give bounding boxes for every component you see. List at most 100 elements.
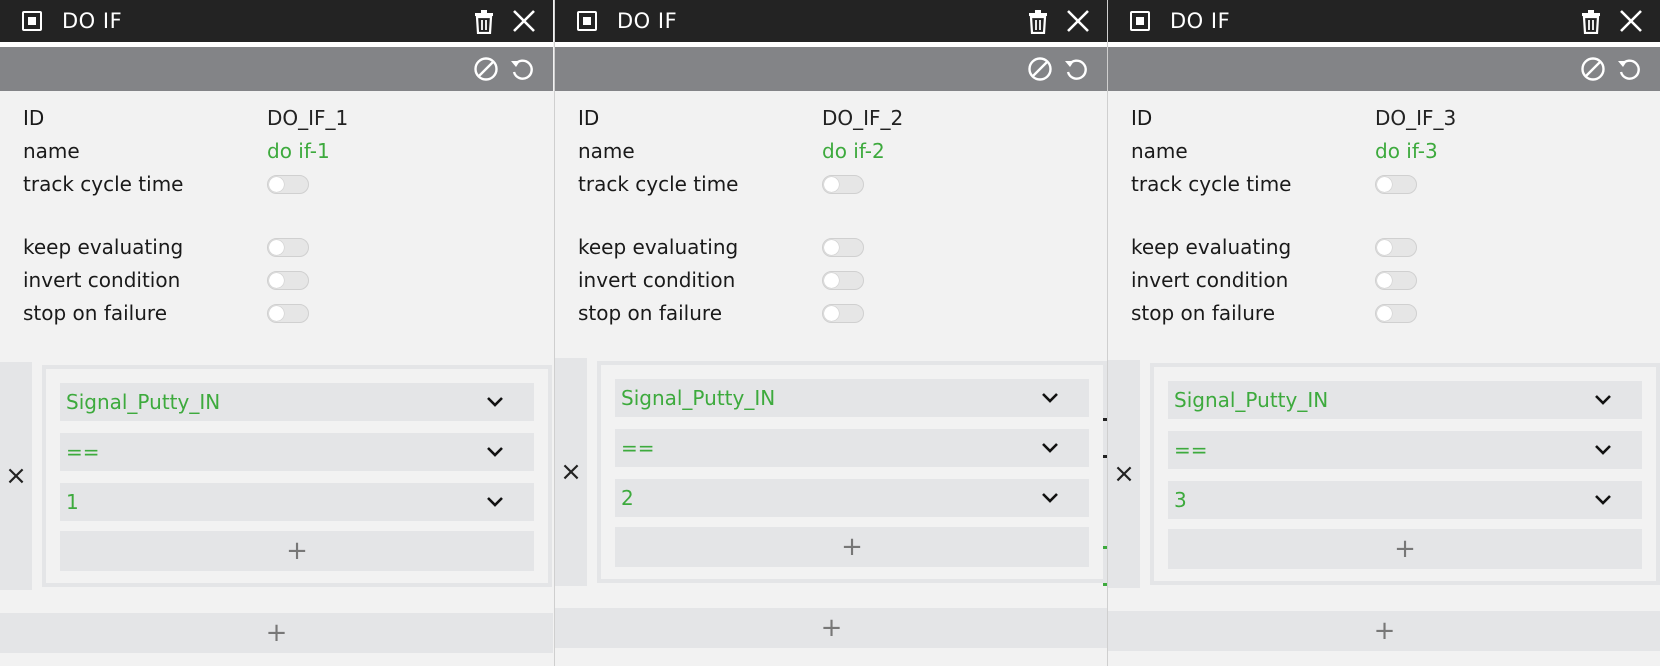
do-if-panel-3: DO IF ID DO_IF_3 name do if-3 track cycl… xyxy=(1107,0,1660,666)
add-condition-button[interactable]: + xyxy=(60,531,534,571)
prop-track-cycle-time: track cycle time xyxy=(23,167,553,200)
prop-keep-evaluating: keep evaluating xyxy=(23,230,553,263)
close-button[interactable] xyxy=(509,6,539,36)
remove-condition-button[interactable]: × xyxy=(555,358,587,586)
prop-id: ID DO_IF_1 xyxy=(23,101,553,134)
chevron-down-icon xyxy=(1039,387,1061,409)
disable-button[interactable] xyxy=(1025,54,1055,84)
add-condition-group-button[interactable]: + xyxy=(1108,611,1660,651)
operator-select[interactable]: == xyxy=(615,429,1089,467)
prop-keep-evaluating: keep evaluating xyxy=(578,230,1107,263)
remove-condition-button[interactable]: × xyxy=(1108,360,1140,588)
keep-evaluating-toggle[interactable] xyxy=(822,238,864,257)
trash-icon xyxy=(1582,10,1600,34)
disable-icon xyxy=(1028,57,1052,81)
reset-button[interactable] xyxy=(1614,54,1644,84)
prop-label: track cycle time xyxy=(578,171,739,196)
value-select-value: 3 xyxy=(1174,488,1187,512)
chevron-down-icon xyxy=(1592,389,1614,411)
chevron-down-icon xyxy=(484,491,506,513)
keep-evaluating-toggle[interactable] xyxy=(1375,238,1417,257)
track-cycle-time-toggle[interactable] xyxy=(267,175,309,194)
value-select[interactable]: 2 xyxy=(615,479,1089,517)
close-icon xyxy=(1620,10,1642,32)
prop-name: name do if-2 xyxy=(578,134,1107,167)
panel-titlebar[interactable]: DO IF xyxy=(0,0,553,47)
condition-box: Signal_Putty_IN == 1 + xyxy=(42,365,552,587)
panel-titlebar[interactable]: DO IF xyxy=(1108,0,1660,47)
plus-icon: + xyxy=(841,532,863,562)
node-square-icon xyxy=(577,11,597,31)
do-if-panel-2: DO IF ID DO_IF_2 name do if-2 track cycl… xyxy=(554,0,1107,666)
prop-invert-condition: invert condition xyxy=(1131,263,1660,296)
value-select[interactable]: 1 xyxy=(60,483,534,521)
invert-condition-toggle[interactable] xyxy=(267,271,309,290)
properties-list: ID DO_IF_3 name do if-3 track cycle time… xyxy=(1108,91,1660,329)
prop-invert-condition: invert condition xyxy=(23,263,553,296)
x-icon: × xyxy=(5,461,27,491)
prop-label: invert condition xyxy=(578,267,736,292)
prop-label: stop on failure xyxy=(23,300,167,325)
condition-box: Signal_Putty_IN == 3 + xyxy=(1150,363,1660,585)
stop-on-failure-toggle[interactable] xyxy=(1375,304,1417,323)
close-button[interactable] xyxy=(1616,6,1646,36)
editor-stage: DO IF ID DO_IF_1 name do if-1 track cycl… xyxy=(0,0,1660,666)
prop-label: ID xyxy=(1131,105,1153,130)
invert-condition-toggle[interactable] xyxy=(822,271,864,290)
invert-condition-toggle[interactable] xyxy=(1375,271,1417,290)
signal-select[interactable]: Signal_Putty_IN xyxy=(1168,381,1642,419)
reset-button[interactable] xyxy=(1061,54,1091,84)
delete-button[interactable] xyxy=(1576,6,1606,36)
value-select-value: 1 xyxy=(66,490,79,514)
prop-keep-evaluating: keep evaluating xyxy=(1131,230,1660,263)
track-cycle-time-toggle[interactable] xyxy=(822,175,864,194)
name-field[interactable]: do if-2 xyxy=(822,139,885,163)
name-field[interactable]: do if-1 xyxy=(267,139,330,163)
prop-label: ID xyxy=(578,105,600,130)
name-field[interactable]: do if-3 xyxy=(1375,139,1438,163)
signal-select[interactable]: Signal_Putty_IN xyxy=(60,383,534,421)
panel-title: DO IF xyxy=(617,9,678,33)
prop-id-value: DO_IF_1 xyxy=(267,105,349,130)
delete-button[interactable] xyxy=(469,6,499,36)
prop-id: ID DO_IF_3 xyxy=(1131,101,1660,134)
delete-button[interactable] xyxy=(1023,6,1053,36)
prop-stop-on-failure: stop on failure xyxy=(578,296,1107,329)
plus-icon: + xyxy=(1373,616,1396,646)
prop-id: ID DO_IF_2 xyxy=(578,101,1107,134)
disable-button[interactable] xyxy=(471,54,501,84)
close-icon xyxy=(1067,10,1089,32)
reset-button[interactable] xyxy=(507,54,537,84)
do-if-panel-1: DO IF ID DO_IF_1 name do if-1 track cycl… xyxy=(0,0,553,666)
chevron-down-icon xyxy=(1592,439,1614,461)
prop-name: name do if-3 xyxy=(1131,134,1660,167)
x-icon: × xyxy=(1113,459,1135,489)
prop-label: keep evaluating xyxy=(1131,234,1292,259)
operator-select[interactable]: == xyxy=(60,433,534,471)
prop-label: name xyxy=(578,138,635,163)
track-cycle-time-toggle[interactable] xyxy=(1375,175,1417,194)
prop-label: invert condition xyxy=(1131,267,1289,292)
prop-name: name do if-1 xyxy=(23,134,553,167)
add-condition-group-button[interactable]: + xyxy=(555,608,1107,648)
disable-button[interactable] xyxy=(1578,54,1608,84)
close-button[interactable] xyxy=(1063,6,1093,36)
value-select[interactable]: 3 xyxy=(1168,481,1642,519)
signal-select-value: Signal_Putty_IN xyxy=(1174,388,1329,412)
prop-label: invert condition xyxy=(23,267,181,292)
stop-on-failure-toggle[interactable] xyxy=(822,304,864,323)
signal-select[interactable]: Signal_Putty_IN xyxy=(615,379,1089,417)
prop-label: keep evaluating xyxy=(578,234,739,259)
operator-select[interactable]: == xyxy=(1168,431,1642,469)
panel-titlebar[interactable]: DO IF xyxy=(555,0,1107,47)
stop-on-failure-toggle[interactable] xyxy=(267,304,309,323)
panel-toolbar xyxy=(0,47,553,91)
undo-icon xyxy=(1618,59,1640,80)
add-condition-button[interactable]: + xyxy=(1168,529,1642,569)
add-condition-group-button[interactable]: + xyxy=(0,613,553,653)
close-icon xyxy=(513,10,535,32)
operator-select-value: == xyxy=(66,440,100,464)
remove-condition-button[interactable]: × xyxy=(0,362,32,590)
add-condition-button[interactable]: + xyxy=(615,527,1089,567)
keep-evaluating-toggle[interactable] xyxy=(267,238,309,257)
